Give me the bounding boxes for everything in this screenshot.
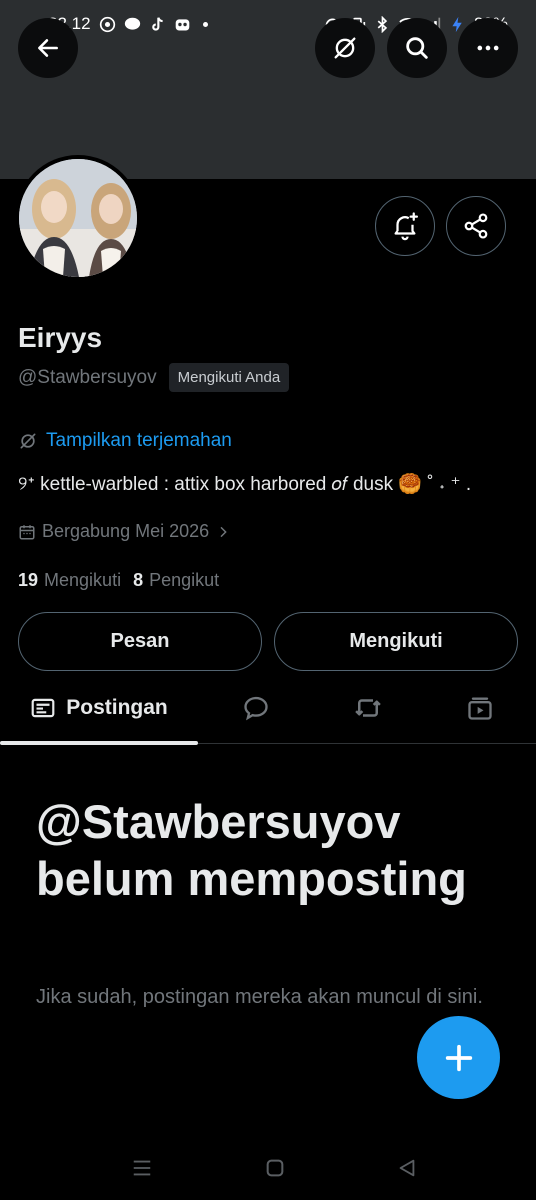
back-button[interactable] — [18, 18, 78, 78]
status-bar: 22.12 89% — [0, 0, 536, 48]
system-navigation-bar — [0, 1136, 536, 1200]
search-icon — [406, 37, 428, 59]
following-stat-label: Mengikuti — [44, 570, 122, 590]
profile-tabs: Postingan — [0, 672, 536, 745]
home-button[interactable] — [260, 1154, 290, 1182]
display-name: Eiryys — [18, 322, 103, 353]
followers-stat[interactable]: 8 Pengikut — [133, 570, 219, 591]
tab-media[interactable] — [450, 672, 510, 744]
system-back-button[interactable] — [392, 1154, 422, 1182]
tiktok-icon — [151, 16, 163, 31]
bluetooth-icon — [377, 15, 388, 33]
handle-row: @Stawbersuyov Mengikuti Anda — [18, 363, 290, 392]
show-translation-label: Tampilkan terjemahan — [46, 430, 232, 451]
following-button[interactable]: Mengikuti — [274, 612, 518, 671]
search-button[interactable] — [387, 18, 447, 78]
recent-apps-button[interactable] — [127, 1154, 157, 1182]
more-horizontal-icon — [477, 45, 499, 51]
follow-stats: 19 Mengikuti 8 Pengikut — [18, 570, 219, 591]
translate-slash-icon — [20, 433, 36, 449]
followers-stat-label: Pengikut — [149, 570, 220, 590]
tab-posts-label: Postingan — [66, 696, 168, 719]
avatar-photo — [19, 159, 137, 277]
whatsapp-icon — [99, 16, 115, 32]
followers-count: 8 — [133, 570, 144, 590]
tab-reposts[interactable] — [338, 672, 398, 744]
translate-slash-icon — [334, 37, 356, 59]
media-icon — [468, 697, 492, 720]
user-handle: @Stawbersuyov — [18, 366, 157, 388]
share-button[interactable] — [446, 196, 506, 256]
avatar[interactable] — [15, 155, 141, 281]
avatar-illustration — [19, 159, 137, 277]
translate-button[interactable] — [315, 18, 375, 78]
following-stat[interactable]: 19 Mengikuti — [18, 570, 121, 591]
recent-apps-icon — [133, 1160, 151, 1176]
notification-bell-button[interactable] — [375, 196, 435, 256]
calendar-icon — [19, 524, 35, 539]
compose-post-button[interactable] — [417, 1016, 500, 1099]
notification-dot — [202, 21, 208, 27]
tab-replies[interactable] — [226, 672, 286, 744]
joined-date[interactable]: Bergabung Mei 2026 — [18, 521, 231, 542]
active-tab-indicator — [0, 741, 198, 745]
replies-icon — [244, 696, 268, 721]
empty-state-subtitle: Jika sudah, postingan mereka akan muncul… — [36, 986, 483, 1008]
empty-state-title: @Stawbersuyov belum memposting — [36, 795, 467, 905]
home-square-icon — [266, 1159, 284, 1177]
following-count: 19 — [18, 570, 39, 590]
tab-posts[interactable]: Postingan — [0, 672, 198, 745]
more-options-button[interactable] — [458, 18, 518, 78]
app-icon — [175, 18, 189, 30]
line-icon — [124, 17, 140, 30]
message-button[interactable]: Pesan — [18, 612, 262, 671]
chevron-right-icon — [220, 526, 227, 537]
profile-bio: ୨ᕀ kettle-warbled : attix box harbored 𝑜… — [18, 474, 472, 495]
show-translation-link[interactable]: Tampilkan terjemahan — [18, 430, 232, 452]
posts-icon — [31, 698, 55, 718]
arrow-left-icon — [38, 39, 58, 57]
back-triangle-icon — [399, 1159, 415, 1177]
bell-plus-icon — [394, 212, 418, 241]
joined-label: Bergabung Mei 2026 — [42, 521, 210, 541]
follows-you-badge: Mengikuti Anda — [168, 363, 290, 392]
share-icon — [464, 213, 488, 239]
plus-icon — [445, 1044, 472, 1071]
reposts-icon — [355, 699, 381, 717]
